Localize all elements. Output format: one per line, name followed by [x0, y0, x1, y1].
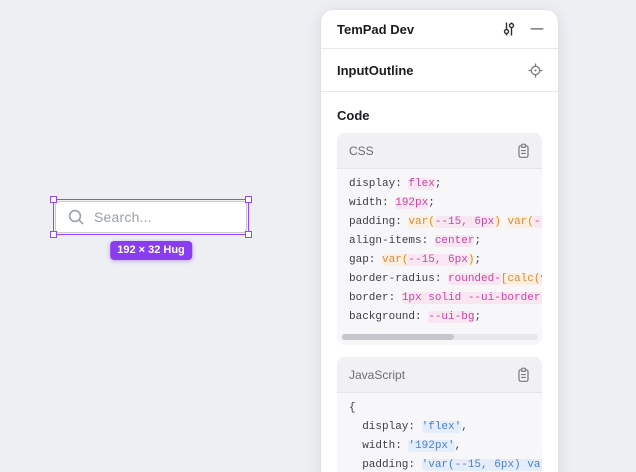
search-icon — [67, 208, 85, 226]
panel-title: TemPad Dev — [337, 22, 501, 37]
code-line: width: 192px; — [349, 194, 542, 213]
code-section-title: Code — [337, 108, 542, 123]
resize-handle-top-left[interactable] — [50, 196, 57, 203]
code-line: background: --ui-bg; — [349, 308, 542, 327]
panel-body: Code CSS display: flex;width: 192px;padd… — [321, 108, 558, 472]
resize-handle-bottom-left[interactable] — [50, 231, 57, 238]
selected-node-row: InputOutline — [321, 49, 558, 92]
tempad-dev-panel: TemPad Dev InputOutline — [321, 10, 558, 472]
scrollbar-thumb[interactable] — [342, 334, 454, 340]
javascript-code: { display: 'flex', width: '192px', paddi… — [337, 393, 542, 472]
horizontal-scrollbar — [341, 334, 538, 340]
code-line: gap: var(--15, 6px); — [349, 251, 542, 270]
code-line: padding: 'var(--15, 6px) var(--15, 6px)'… — [349, 456, 542, 472]
size-badge: 192 × 32 Hug — [110, 241, 192, 260]
code-line: border: 1px solid --ui-border-variant; — [349, 289, 542, 308]
panel-header: TemPad Dev — [321, 10, 558, 49]
resize-handle-top-right[interactable] — [245, 196, 252, 203]
code-line: padding: var(--15, 6px) var(--15, 6px); — [349, 213, 542, 232]
input-outline-component[interactable]: Search... 192 × 32 Hug — [55, 201, 247, 233]
javascript-card-label: JavaScript — [349, 368, 516, 382]
javascript-code-card: JavaScript { display: 'flex', width: '19… — [337, 357, 542, 472]
code-line: align-items: center; — [349, 232, 542, 251]
preferences-sliders-icon[interactable] — [501, 21, 517, 37]
search-placeholder: Search... — [94, 209, 152, 225]
code-line: width: '192px', — [349, 437, 542, 456]
css-code-card: CSS display: flex;width: 192px;padding: … — [337, 133, 542, 345]
code-line: { — [349, 399, 542, 418]
javascript-card-header: JavaScript — [337, 357, 542, 393]
css-card-header: CSS — [337, 133, 542, 169]
css-card-label: CSS — [349, 144, 516, 158]
code-line: display: flex; — [349, 175, 542, 194]
code-line: border-radius: rounded-[calc(var(--15, 6… — [349, 270, 542, 289]
minimize-icon[interactable] — [530, 22, 544, 36]
selected-node-name: InputOutline — [337, 63, 528, 78]
resize-handle-bottom-right[interactable] — [245, 231, 252, 238]
search-input[interactable]: Search... — [55, 201, 247, 233]
copy-clipboard-icon[interactable] — [516, 143, 531, 159]
copy-clipboard-icon[interactable] — [516, 367, 531, 383]
figma-canvas[interactable]: { "canvas": { "component": { "placeholde… — [0, 0, 636, 472]
locate-crosshair-icon[interactable] — [528, 63, 543, 78]
css-code: display: flex;width: 192px;padding: var(… — [337, 169, 542, 345]
code-line: display: 'flex', — [349, 418, 542, 437]
